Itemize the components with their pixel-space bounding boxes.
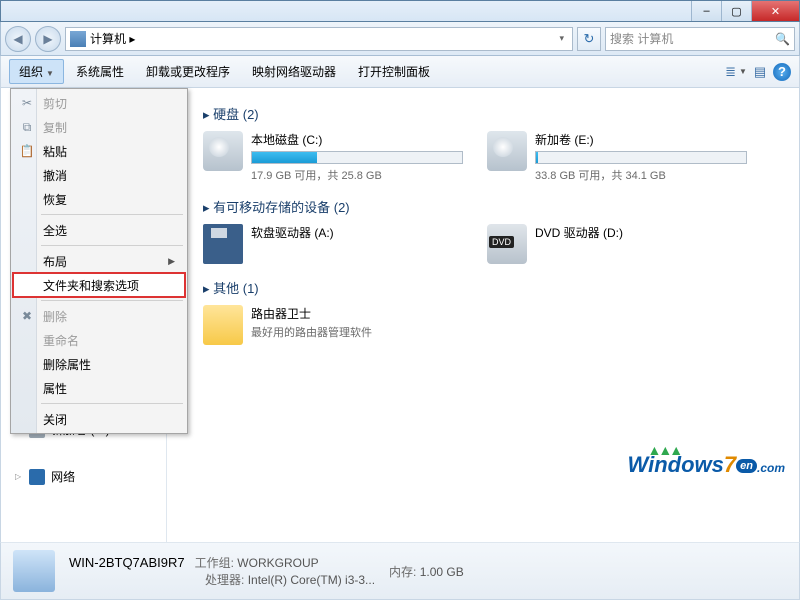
menu-undo[interactable]: 撤消 [13,163,185,187]
drive-label: 本地磁盘 (C:) [251,131,463,148]
floppy-icon [203,224,243,264]
drive-e[interactable]: 新加卷 (E:) 33.8 GB 可用，共 34.1 GB [487,131,747,183]
maximize-button[interactable]: ▢ [721,1,751,21]
close-window-button[interactable]: ✕ [751,1,799,21]
control-panel-button[interactable]: 打开控制面板 [348,59,440,84]
delete-icon: ✖ [19,309,35,323]
folder-icon [203,305,243,345]
usage-bar [251,151,463,164]
chevron-down-icon: ▼ [46,69,54,78]
forward-button[interactable]: ▶ [35,26,61,52]
section-header-hdd: ▸ 硬盘 (2) [203,104,783,123]
map-drive-button[interactable]: 映射网络驱动器 [242,59,346,84]
menu-delete: ✖删除 [13,304,185,328]
item-label: 路由器卫士 [251,305,463,322]
section-header-other: ▸ 其他 (1) [203,278,783,297]
sidebar-item-label: 网络 [51,468,75,485]
usage-bar [535,151,747,164]
menu-select-all[interactable]: 全选 [13,218,185,242]
system-properties-button[interactable]: 系统属性 [66,59,134,84]
preview-pane-button[interactable]: ▤ [749,61,771,83]
menu-rename: 重命名 [13,328,185,352]
sidebar-item-network[interactable]: ▷ 网络 [1,465,166,488]
computer-large-icon [13,550,55,592]
search-input[interactable]: 搜索 计算机 🔍 [605,27,795,51]
menu-copy: ⧉复制 [13,115,185,139]
search-icon: 🔍 [775,32,790,46]
address-bar[interactable]: 计算机 ▸ ▾ [65,27,573,51]
drive-subtext: 17.9 GB 可用，共 25.8 GB [251,167,463,183]
drive-label: 软盘驱动器 (A:) [251,224,463,241]
drive-d[interactable]: DVD 驱动器 (D:) [487,224,747,264]
cut-icon: ✂ [19,96,35,110]
hostname: WIN-2BTQ7ABI9R7 [69,555,185,570]
details-pane: WIN-2BTQ7ABI9R7 工作组: WORKGROUP 处理器: Inte… [0,542,800,600]
menu-properties[interactable]: 属性 [13,376,185,400]
organize-button[interactable]: 组织▼ [9,59,64,84]
menu-paste[interactable]: 📋粘贴 [13,139,185,163]
hdd-icon [203,131,243,171]
breadcrumb[interactable]: 计算机 ▸ [90,30,135,47]
command-toolbar: 组织▼ 系统属性 卸载或更改程序 映射网络驱动器 打开控制面板 ≣▼ ▤ ? [0,56,800,88]
drive-label: DVD 驱动器 (D:) [535,224,747,241]
window-titlebar: – ▢ ✕ [0,0,800,22]
menu-close[interactable]: 关闭 [13,407,185,431]
menu-redo[interactable]: 恢复 [13,187,185,211]
item-subtext: 最好用的路由器管理软件 [251,324,463,340]
drive-label: 新加卷 (E:) [535,131,747,148]
view-options-button[interactable]: ≣▼ [725,61,747,83]
minimize-button[interactable]: – [691,1,721,21]
drive-c[interactable]: 本地磁盘 (C:) 17.9 GB 可用，共 25.8 GB [203,131,463,183]
item-router[interactable]: 路由器卫士 最好用的路由器管理软件 [203,305,463,345]
hdd-icon [487,131,527,171]
computer-icon [70,31,86,47]
dvd-icon [487,224,527,264]
help-button[interactable]: ? [773,63,791,81]
refresh-button[interactable]: ↻ [577,27,601,51]
menu-cut: ✂剪切 [13,91,185,115]
drive-a[interactable]: 软盘驱动器 (A:) [203,224,463,264]
drive-subtext: 33.8 GB 可用，共 34.1 GB [535,167,747,183]
paste-icon: 📋 [19,144,35,158]
organize-menu: ✂剪切 ⧉复制 📋粘贴 撤消 恢复 全选 布局▶ 文件夹和搜索选项 ✖删除 重命… [10,88,188,434]
watermark-logo: ▲▲▲ Windows7en.com [628,452,785,478]
content-pane: ▸ 硬盘 (2) 本地磁盘 (C:) 17.9 GB 可用，共 25.8 GB … [167,88,799,542]
copy-icon: ⧉ [19,120,35,135]
search-placeholder: 搜索 计算机 [610,30,673,47]
menu-folder-options[interactable]: 文件夹和搜索选项 [13,273,185,297]
back-button[interactable]: ◀ [5,26,31,52]
menu-layout[interactable]: 布局▶ [13,249,185,273]
network-icon [29,469,45,485]
menu-remove-properties[interactable]: 删除属性 [13,352,185,376]
uninstall-button[interactable]: 卸载或更改程序 [136,59,240,84]
navigation-bar: ◀ ▶ 计算机 ▸ ▾ ↻ 搜索 计算机 🔍 [0,22,800,56]
address-dropdown-icon[interactable]: ▾ [555,33,568,44]
section-header-removable: ▸ 有可移动存储的设备 (2) [203,197,783,216]
expand-icon[interactable]: ▷ [15,472,21,481]
submenu-arrow-icon: ▶ [168,256,175,267]
